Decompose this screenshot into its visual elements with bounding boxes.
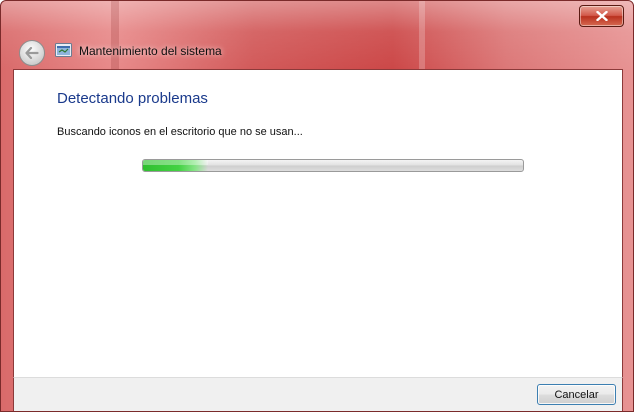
progress-fill (143, 160, 208, 171)
back-arrow-icon (25, 47, 39, 59)
close-icon (595, 11, 608, 21)
status-text: Buscando iconos en el escritorio que no … (57, 126, 303, 138)
troubleshooter-window: Mantenimiento del sistema Detectando pro… (0, 0, 634, 412)
cancel-button[interactable]: Cancelar (537, 384, 616, 405)
footer-bar: Cancelar (13, 377, 623, 411)
back-button[interactable] (19, 40, 45, 66)
system-maintenance-icon (55, 43, 72, 57)
content-panel: Detectando problemas Buscando iconos en … (13, 69, 623, 377)
progress-bar (142, 159, 524, 172)
page-title: Detectando problemas (57, 90, 208, 107)
window-title: Mantenimiento del sistema (79, 44, 222, 58)
frame-decoration (419, 1, 425, 69)
close-button[interactable] (579, 5, 624, 27)
